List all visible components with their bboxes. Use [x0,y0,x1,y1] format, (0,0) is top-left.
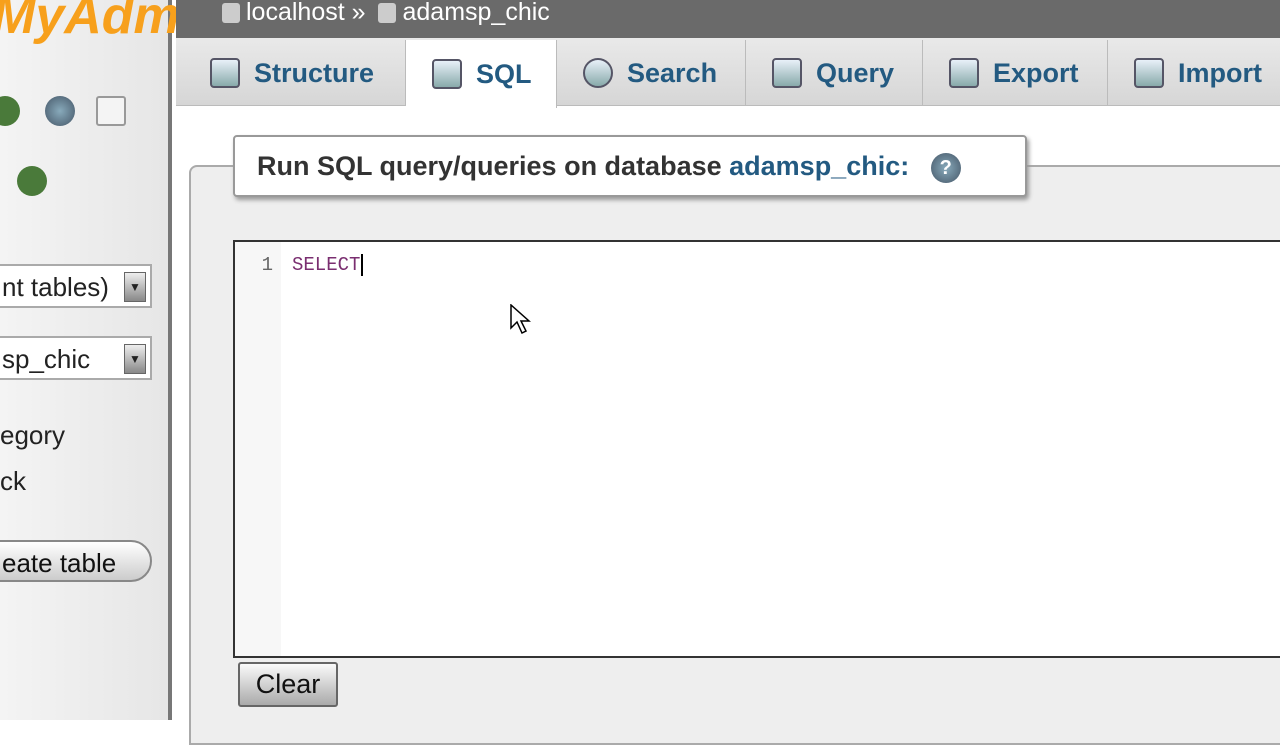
tab-label: Query [816,57,895,88]
query-icon [772,58,802,88]
clear-button[interactable]: Clear [238,662,338,707]
database-select[interactable]: sp_chic ▼ [0,336,152,380]
docs-icon[interactable] [96,96,126,126]
tab-export[interactable]: Export [923,40,1108,106]
legend-database: adamsp_chic: [729,151,910,181]
search-icon [583,58,613,88]
sql-query-editor[interactable]: 1 SELECT [233,240,1280,658]
help-icon[interactable] [45,96,75,126]
tab-label: SQL [476,58,532,89]
legend-text: Run SQL query/queries on database [257,151,722,181]
select-value: sp_chic [2,344,91,374]
navigation-sidebar: MyAdmin nt tables) ▼ sp_chic ▼ egory ck ea… [0,0,226,720]
tab-bar: Structure SQL Search Query Export Import [176,38,1280,108]
server-icon [222,3,240,24]
sql-legend: Run SQL query/queries on database adamsp… [233,135,1027,197]
import-icon [1134,58,1164,88]
breadcrumb-database[interactable]: adamsp_chic [402,0,549,26]
table-filter-select[interactable]: nt tables) ▼ [0,264,152,308]
tab-label: Import [1178,57,1262,88]
dropdown-arrow-icon: ▼ [124,344,146,374]
breadcrumb-separator: » [351,0,366,26]
tab-structure[interactable]: Structure [184,40,406,106]
dropdown-arrow-icon: ▼ [124,272,146,302]
table-link[interactable]: ck [0,466,26,497]
sql-icon [432,59,462,89]
table-link[interactable]: egory [0,420,65,451]
tab-label: Structure [254,57,375,88]
tab-import[interactable]: Import [1108,40,1280,106]
breadcrumb: localhost » adamsp_chic [176,0,1280,38]
tab-label: Export [993,57,1079,88]
tab-label: Search [627,57,718,88]
help-icon[interactable]: ? [930,152,961,183]
line-number-gutter: 1 [235,242,281,656]
reload-icon[interactable] [17,166,47,196]
structure-icon [210,58,240,88]
mouse-pointer-icon [510,304,531,335]
export-icon [949,58,979,88]
tab-sql[interactable]: SQL [406,40,557,108]
tab-search[interactable]: Search [557,40,746,106]
database-icon [378,3,397,24]
select-value: nt tables) [2,272,109,302]
tab-query[interactable]: Query [746,40,923,106]
home-icon[interactable] [0,96,20,126]
sql-query-text[interactable]: SELECT [292,254,364,276]
breadcrumb-server[interactable]: localhost [246,0,345,26]
create-table-button[interactable]: eate table [0,540,152,582]
line-number: 1 [261,254,273,276]
